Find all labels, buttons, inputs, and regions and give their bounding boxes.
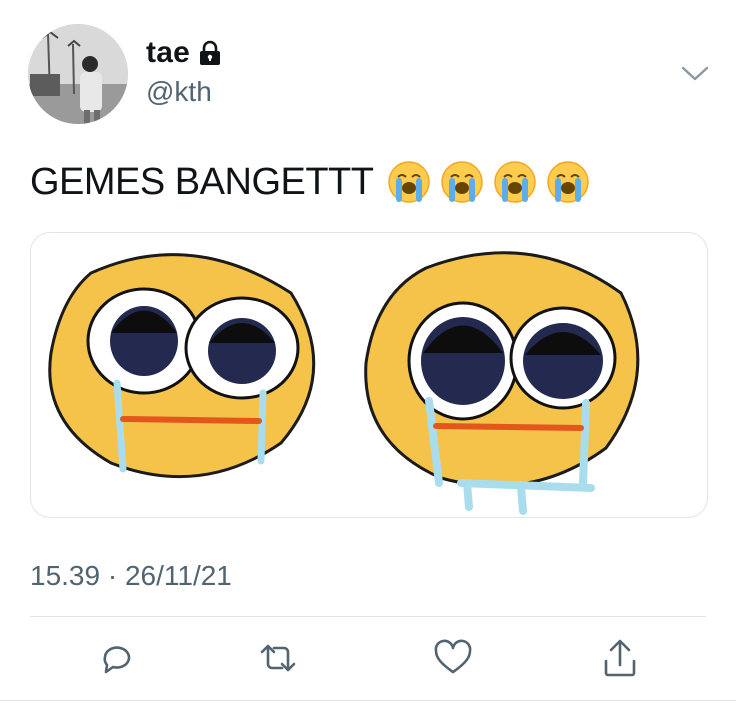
reply-button[interactable] [95,636,139,680]
loudly-crying-face-icon [547,161,590,203]
tweet-media[interactable] [30,232,708,518]
loudly-crying-face-icon [494,161,537,203]
user-handle[interactable]: @kth [146,76,212,108]
like-button[interactable] [431,636,475,680]
display-name[interactable]: tae [146,36,190,70]
more-options-button[interactable] [679,60,711,86]
share-button[interactable] [598,636,642,680]
user-name-row: tae [146,36,222,70]
tweet-actions [0,636,736,686]
reply-icon [103,646,131,674]
tweet-body: GEMES BANGETTT [30,160,374,203]
bottom-divider [0,700,736,701]
left-crying-face [48,253,316,479]
emoji-group [387,160,590,204]
share-icon [604,639,636,677]
loudly-crying-face-icon [441,161,484,203]
tweet-text: GEMES BANGETTT [30,160,590,204]
right-crying-face [364,251,640,515]
crying-emoji-drawings-image [48,251,640,515]
retweet-icon [260,644,296,672]
lock-icon [198,40,222,66]
divider [30,616,706,617]
retweet-button[interactable] [256,636,300,680]
profile-photo [28,24,128,124]
loudly-crying-face-icon [388,161,431,203]
avatar[interactable] [28,24,128,124]
chevron-down-icon [681,66,709,81]
tweet-timestamp[interactable]: 15.39 · 26/11/21 [30,560,232,592]
heart-icon [434,639,472,674]
